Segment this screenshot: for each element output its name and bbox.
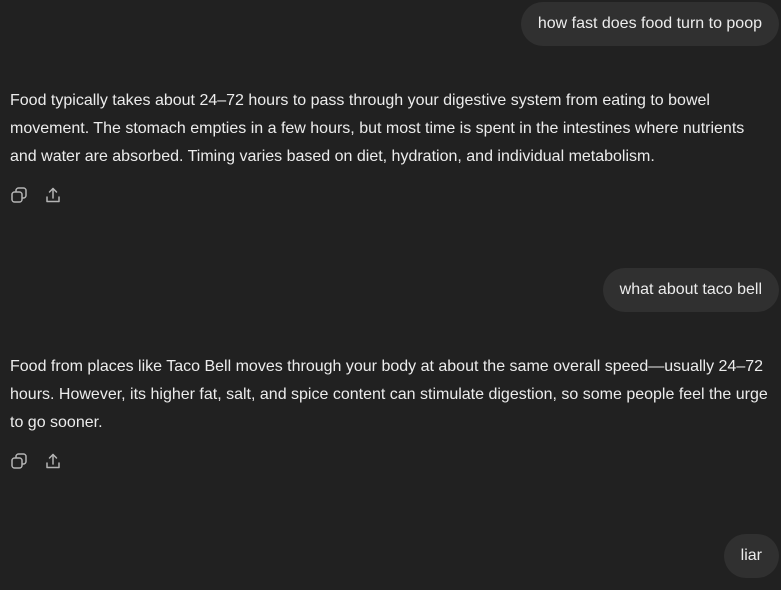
user-message-text: liar (740, 547, 762, 564)
user-message-bubble: how fast does food turn to poop (520, 2, 779, 46)
user-message-bubble: what about taco bell (602, 268, 779, 312)
copy-icon[interactable] (10, 186, 28, 204)
share-icon[interactable] (44, 186, 62, 204)
user-message-text: how fast does food turn to poop (537, 15, 762, 32)
share-icon[interactable] (44, 452, 62, 470)
assistant-message: Food from places like Taco Bell moves th… (10, 358, 768, 431)
user-message-text: what about taco bell (619, 281, 762, 298)
user-message-bubble: liar (723, 534, 779, 578)
assistant-message-actions (10, 452, 62, 470)
copy-icon[interactable] (10, 452, 28, 470)
assistant-message: Food typically takes about 24–72 hours t… (10, 92, 745, 165)
assistant-message-actions (10, 186, 62, 204)
